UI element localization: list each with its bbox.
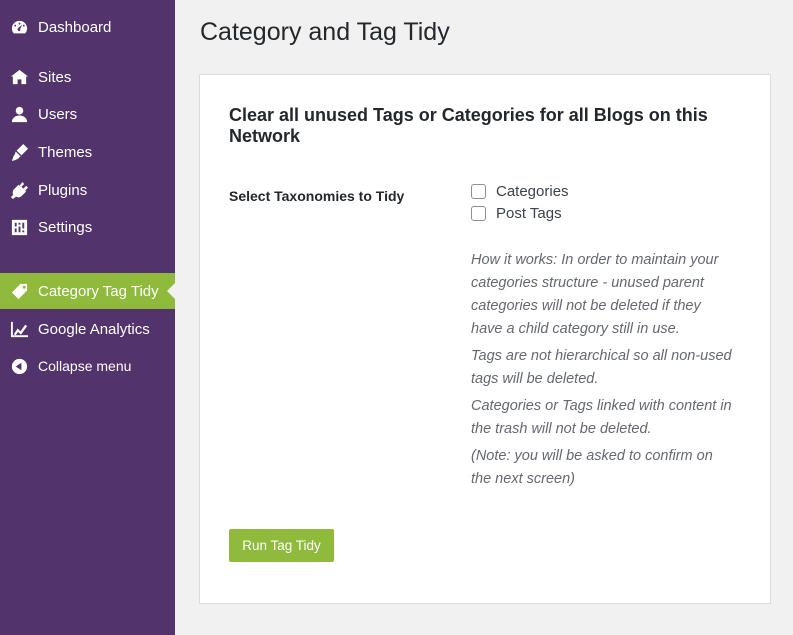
sites-icon (9, 67, 29, 87)
help-paragraph: How it works: In order to maintain your … (471, 252, 719, 337)
panel-heading: Clear all unused Tags or Categories for … (229, 105, 708, 146)
sidebar-item-sites[interactable]: Sites (0, 59, 175, 95)
sidebar-item-label: Category Tag Tidy (38, 282, 159, 300)
taxonomies-field-label: Select Taxonomies to Tidy (229, 188, 405, 204)
dashboard-icon (9, 17, 29, 37)
categories-checkbox[interactable] (471, 183, 486, 199)
sidebar-item-plugins[interactable]: Plugins (0, 172, 175, 208)
page-title: Category and Tag Tidy (200, 18, 450, 46)
categories-label: Categories (496, 182, 569, 200)
help-paragraph: Tags are not hierarchical so all non-use… (471, 348, 732, 387)
help-text: How it works: In order to maintain your … (471, 249, 733, 495)
sidebar-item-label: Plugins (38, 181, 88, 199)
sidebar-item-users[interactable]: Users (0, 96, 175, 132)
plugins-icon (9, 180, 29, 200)
sidebar-item-dashboard[interactable]: Dashboard (0, 9, 175, 45)
sidebar-item-label: Sites (38, 68, 72, 86)
help-paragraph: Categories or Tags linked with content i… (471, 398, 732, 437)
collapse-menu-button[interactable]: Collapse menu (0, 348, 175, 384)
themes-icon (9, 142, 29, 162)
run-tag-tidy-button[interactable]: Run Tag Tidy (229, 529, 334, 562)
post-tags-option[interactable]: Post Tags (471, 203, 562, 223)
sidebar-item-category-tag-tidy[interactable]: Category Tag Tidy (0, 273, 175, 309)
sidebar-item-google-analytics[interactable]: Google Analytics (0, 311, 175, 347)
categories-option[interactable]: Categories (471, 181, 569, 201)
users-icon (9, 104, 29, 124)
sidebar-item-label: Themes (38, 143, 93, 161)
sidebar-item-label: Users (38, 105, 78, 123)
sidebar-item-themes[interactable]: Themes (0, 134, 175, 170)
sidebar-item-label: Settings (38, 218, 93, 236)
admin-sidebar: Dashboard Sites Users Themes Plugins Set… (0, 0, 175, 635)
sidebar-item-label: Collapse menu (38, 358, 132, 374)
collapse-icon (9, 356, 29, 376)
sidebar-item-label: Google Analytics (38, 320, 150, 338)
sidebar-item-settings[interactable]: Settings (0, 209, 175, 245)
tag-icon (9, 281, 29, 301)
post-tags-label: Post Tags (496, 204, 562, 222)
help-paragraph: (Note: you will be asked to confirm on t… (471, 448, 713, 487)
sidebar-item-label: Dashboard (38, 18, 112, 36)
settings-icon (9, 217, 29, 237)
settings-panel: Clear all unused Tags or Categories for … (199, 74, 771, 604)
analytics-icon (9, 319, 29, 339)
post-tags-checkbox[interactable] (471, 205, 486, 221)
